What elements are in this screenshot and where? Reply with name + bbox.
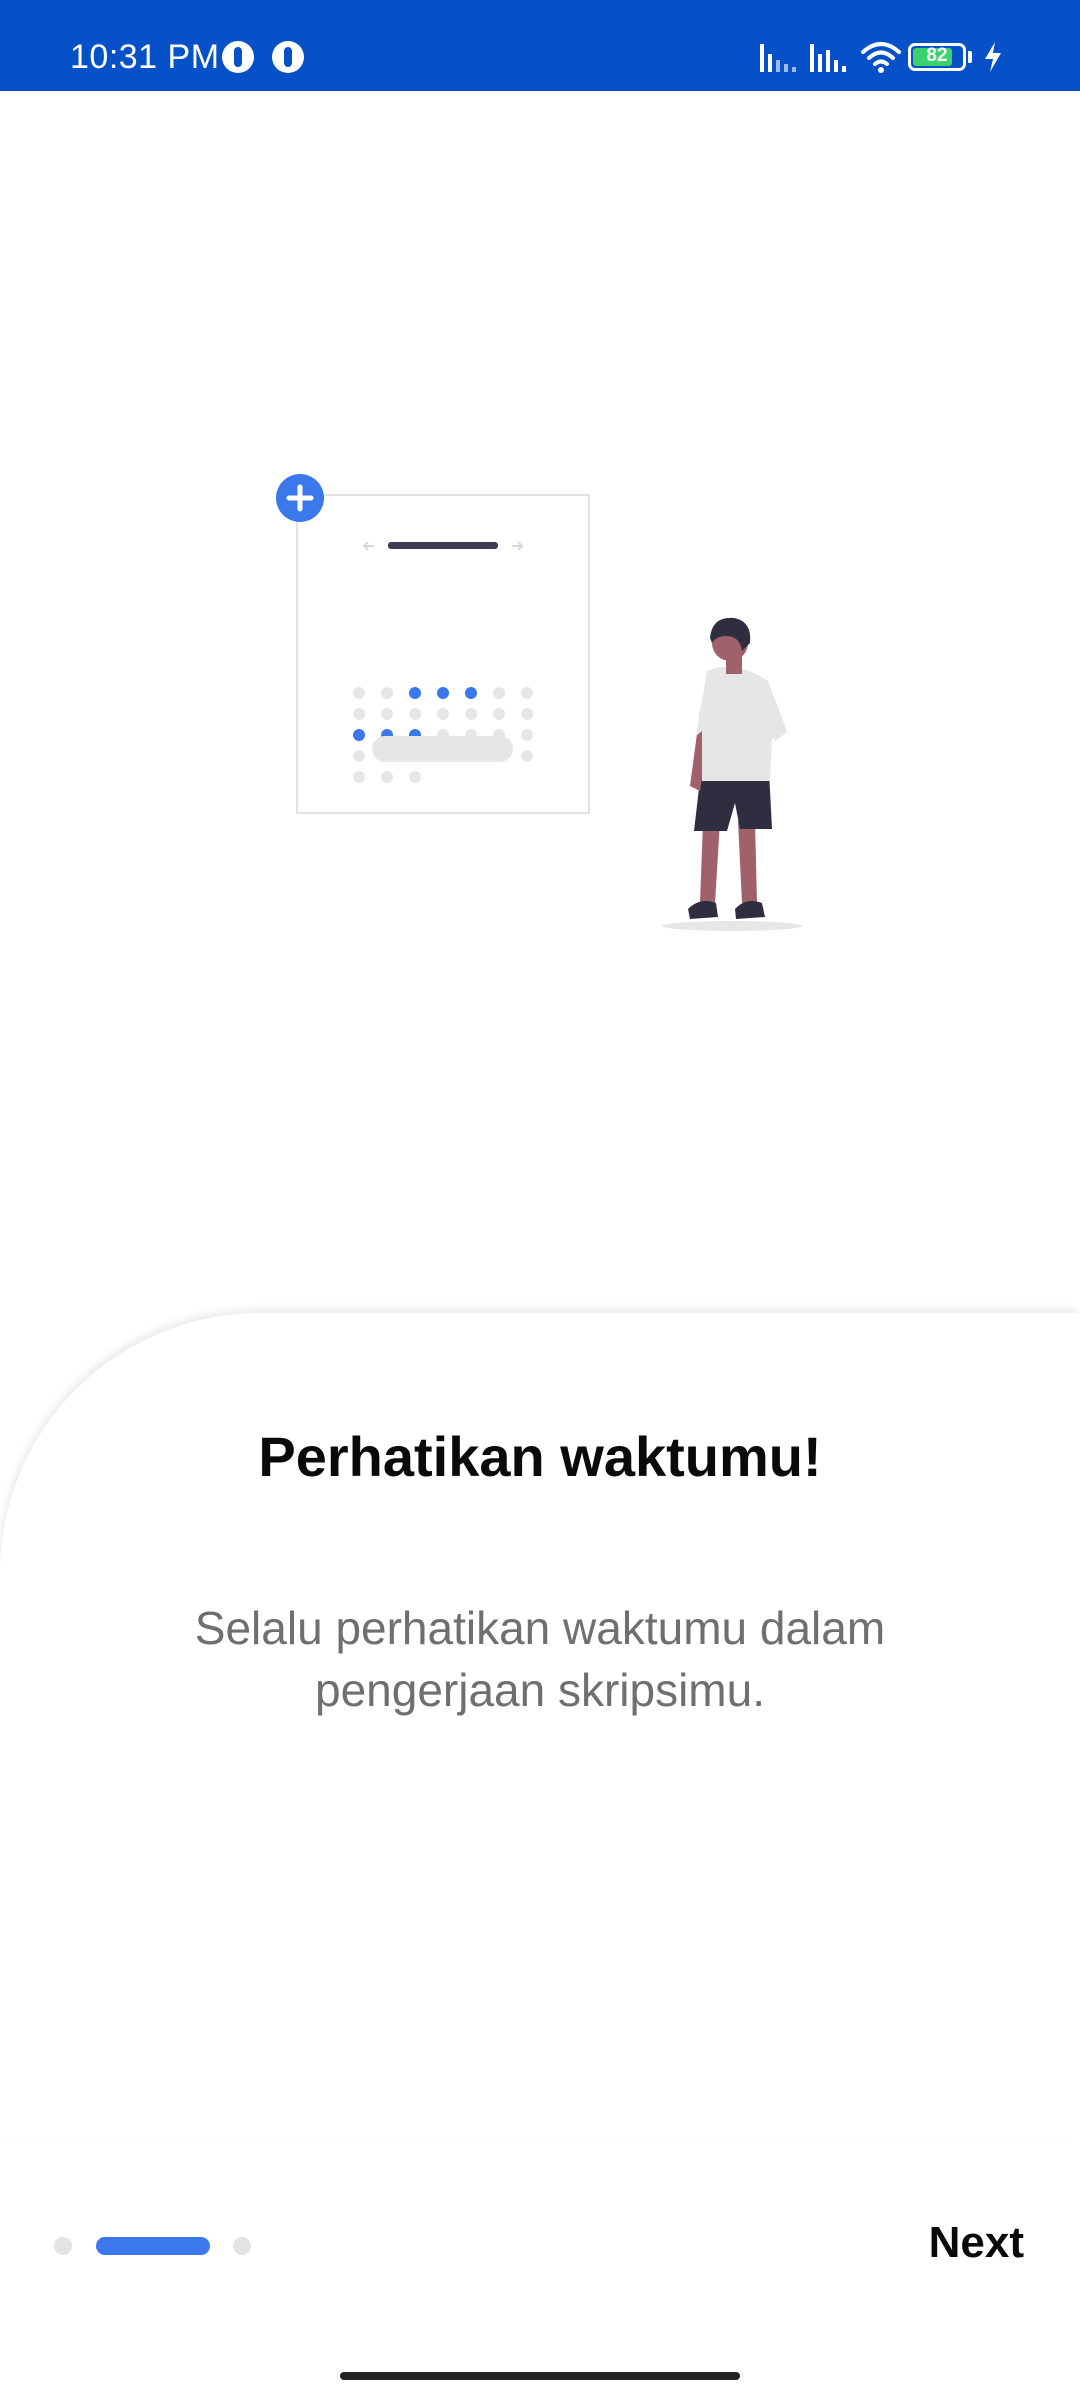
person-figure [662,617,802,931]
calendar-date-dot [437,687,449,699]
status-time: 10:31 PM [70,38,220,76]
calendar-date-dot [353,687,365,699]
calendar-date-dot [521,708,533,720]
next-button[interactable]: Next [917,2208,1036,2278]
wifi-icon [861,42,901,73]
home-indicator[interactable] [340,2372,740,2380]
pager: Next [0,2200,1080,2280]
onboarding-card: Perhatikan waktumu! Selalu perhatikan wa… [0,1313,1080,2140]
calendar-button-pill [372,736,513,762]
status-icons: 82 [760,36,1020,76]
calendar-header-bar [388,542,498,549]
calendar-date-dot [409,771,421,783]
charging-icon [985,42,1001,72]
calendar-date-dot [353,750,365,762]
calendar-date-dot [437,708,449,720]
calendar-date-dot [493,708,505,720]
calendar-date-dot [521,687,533,699]
calendar-date-dot [409,708,421,720]
calendar-date-dot [353,708,365,720]
calendar-date-dot [353,729,365,741]
calendar-date-dot [465,708,477,720]
app-notification-icon [222,41,254,73]
app-notification-icon [272,41,304,73]
calendar-date-dot [409,687,421,699]
page-title: Perhatikan waktumu! [258,1425,822,1488]
page-indicator-dot [54,2237,72,2255]
calendar-date-dot [465,687,477,699]
calendar-date-dot [521,729,533,741]
calendar-date-dot [381,771,393,783]
status-bar: 10:31 PM 82 [0,0,1080,91]
page-description: Selalu perhatikan waktumu dalam pengerja… [194,1602,886,1716]
battery-icon: 82 [908,43,966,71]
battery-percent: 82 [926,45,948,66]
battery-nub [968,51,972,63]
calendar-date-dot [381,708,393,720]
calendar-date-dot [381,687,393,699]
calendar-date-dot [521,750,533,762]
signal-icon [810,44,846,72]
page-indicator-active [96,2237,210,2255]
signal-icon [760,44,796,72]
calendar-date-dot [353,771,365,783]
illustration [276,474,802,931]
calendar-date-dot [493,687,505,699]
page-indicator-dot [233,2237,251,2255]
